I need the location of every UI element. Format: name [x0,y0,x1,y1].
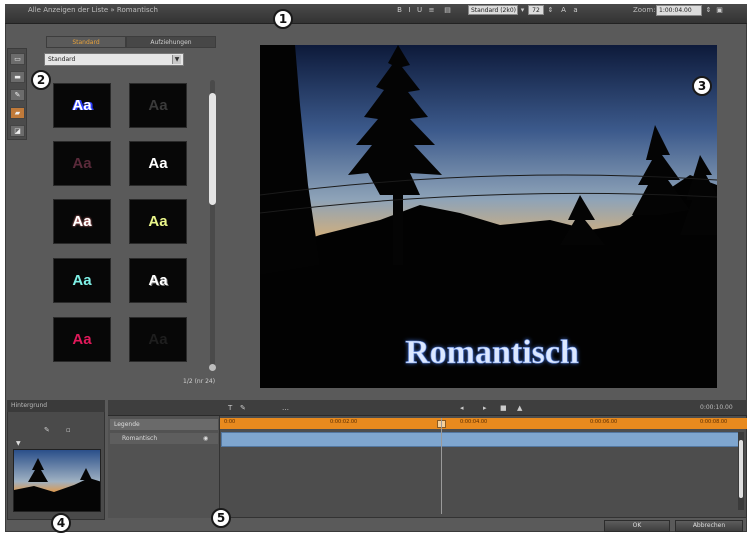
zoom-input[interactable]: 1:00:04.00 [656,5,702,16]
callout-3: 3 [692,76,712,96]
title-clip[interactable] [221,432,739,447]
sunset-scene: Romantisch Romantisch [260,45,717,388]
brush-icon[interactable]: ✎ [10,89,25,101]
preset-scrollbar-thumb[interactable] [209,93,216,205]
track-labels [108,416,220,518]
style-preset[interactable]: Aa [129,83,187,128]
callout-5: 5 [211,508,231,528]
tab-standard[interactable]: Standard [46,36,126,48]
background-thumbnail[interactable] [13,449,101,512]
callout-4: 4 [51,513,71,533]
more-icon[interactable]: … [282,404,289,412]
clear-icon[interactable]: ▫ [66,426,72,434]
font-select[interactable]: Standard (2k0) [468,5,518,15]
background-panel-header: Hintergrund [7,400,105,412]
preset-label: Aa [148,97,168,114]
italic-icon[interactable]: I [406,6,413,14]
style-preset[interactable]: Aa [53,83,111,128]
timeline-scrollbar-thumb[interactable] [739,440,743,498]
chevron-down-icon: ▼ [172,55,181,64]
fit-icon[interactable]: ▣ [716,6,723,14]
grow-font-icon[interactable]: A [560,6,567,14]
preset-label: Aa [148,155,168,172]
callout-1: 1 [273,9,293,29]
preset-label: Aa [72,272,92,289]
style-preset[interactable]: Aa [129,141,187,186]
ok-button[interactable]: OK [604,520,670,532]
ruler-mark: 0:00:04.00 [460,419,488,425]
text-tool-icon[interactable]: T [228,404,232,412]
style-preset[interactable]: Aa [129,258,187,303]
video-icon[interactable]: ▭ [10,53,25,65]
style-preset[interactable]: Aa [53,141,111,186]
mode-toolbar: ▭ ▬ ✎ ▰ ◪ [7,48,27,140]
eject-icon[interactable]: ▲ [517,404,522,412]
preset-label: Aa [72,155,92,172]
layout-icon[interactable]: ▤ [444,6,451,14]
align-icon[interactable]: ≡ [428,6,435,14]
callout-2: 2 [31,70,51,90]
style-category-value: Standard [48,56,76,63]
timecode: 0:00:10.00 [700,404,733,411]
zoom-label: Zoom: [633,6,656,14]
ruler-mark: 0:00 [224,419,236,425]
title-text[interactable]: Romantisch [405,334,579,372]
style-tabs: Standard Aufziehungen [46,36,216,48]
bold-icon[interactable]: B [396,6,403,14]
preset-label: Aa [72,331,92,348]
preset-label: Aa [72,97,92,114]
track-romantisch[interactable]: Romantisch [110,433,218,444]
step-back-icon[interactable]: ◂ [460,404,464,412]
cancel-button[interactable]: Abbrechen [675,520,743,532]
shrink-font-icon[interactable]: a [572,6,579,14]
track-visibility-icon[interactable]: ◉ [203,435,208,442]
ruler-mark: 0:00:08.00 [700,419,728,425]
style-preset[interactable]: Aa [129,317,187,362]
ruler-mark: 0:00:02.00 [330,419,358,425]
stop-icon[interactable]: ■ [500,404,507,412]
pen-tool-icon[interactable]: ✎ [240,404,246,412]
text-icon[interactable]: ▬ [10,71,25,83]
preset-label: Aa [148,213,168,230]
preset-label: Aa [148,331,168,348]
timeline-ruler[interactable]: 0:00 0:00:02.00 0:00:04.00 0:00:06.00 0:… [220,418,747,429]
style-category-select[interactable]: Standard ▼ [44,53,184,66]
track-legend[interactable]: Legende [110,419,218,430]
preset-page-count: 1/2 (nr 24) [183,378,216,385]
collapse-icon[interactable]: ▼ [16,440,21,447]
background-thumbnail-image [14,450,100,511]
title-preview[interactable]: Romantisch Romantisch [260,45,717,388]
playhead[interactable] [441,418,442,514]
style-preset[interactable]: Aa [129,199,187,244]
layer-icon[interactable]: ◪ [10,125,25,137]
style-preset[interactable]: Aa [53,258,111,303]
tab-aufziehungen[interactable]: Aufziehungen [126,36,216,48]
window-title: Alle Anzeigen der Liste » Romantisch [28,6,158,14]
zoom-stepper-icon[interactable]: ⇕ [705,6,712,14]
preset-label: Aa [72,213,92,230]
folder-icon[interactable]: ▰ [10,107,25,119]
font-dropdown-icon[interactable]: ▾ [519,6,526,14]
style-preset[interactable]: Aa [53,317,111,362]
ruler-mark: 0:00:06.00 [590,419,618,425]
play-icon[interactable]: ▸ [483,404,487,412]
underline-icon[interactable]: U [416,6,423,14]
size-stepper-icon[interactable]: ⇕ [547,6,554,14]
preset-label: Aa [148,272,168,289]
scroll-end-icon[interactable] [209,364,216,371]
timeline-toolbar [108,400,747,416]
eyedropper-icon[interactable]: ✎ [44,426,50,434]
style-preset[interactable]: Aa [53,199,111,244]
font-size-input[interactable]: 72 [528,5,544,15]
